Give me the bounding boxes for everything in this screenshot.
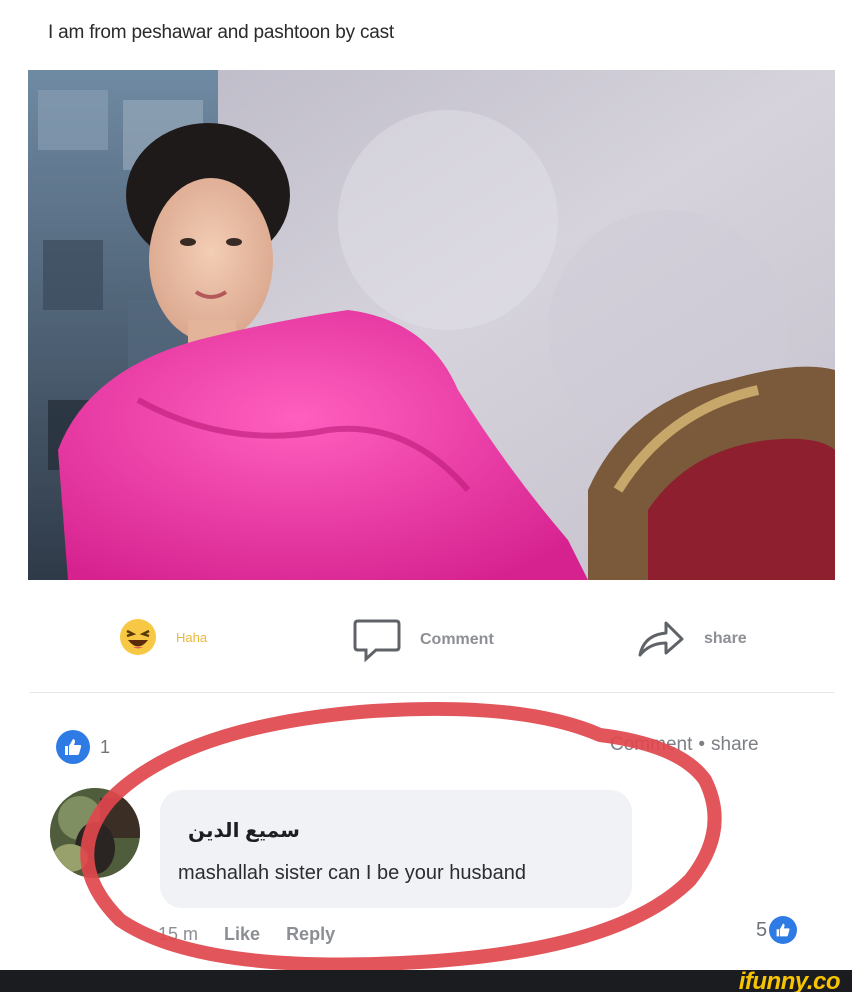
share-label: share xyxy=(704,630,747,647)
comment-button[interactable]: Comment xyxy=(352,617,494,663)
post-caption: I am from peshawar and pashtoon by cast xyxy=(48,22,395,43)
comment-like-count[interactable]: 5 xyxy=(756,916,798,944)
comment-bubble-icon xyxy=(353,619,401,663)
comment-bubble: سميع الدين mashallah sister can I be you… xyxy=(160,790,632,908)
reactions-summary[interactable]: 1 xyxy=(56,730,110,764)
comment-meta: 15 m Like Reply xyxy=(158,924,335,945)
separator: • xyxy=(698,734,706,755)
comment-share-links: Comment • share xyxy=(610,734,759,756)
reaction-count: 1 xyxy=(100,736,111,757)
share-arrow-icon xyxy=(638,621,684,657)
comment-author-name[interactable]: سميع الدين xyxy=(188,818,300,843)
comment-text: mashallah sister can I be your husband xyxy=(178,862,526,884)
comment-reply-button[interactable]: Reply xyxy=(286,924,335,945)
haha-emoji-icon xyxy=(120,619,156,655)
comment-like-button[interactable]: Like xyxy=(224,924,260,945)
post-photo[interactable] xyxy=(28,70,835,580)
share-button[interactable]: share xyxy=(636,617,747,661)
comment-time: 15 m xyxy=(158,924,199,944)
comment-like-number: 5 xyxy=(756,918,768,941)
share-link[interactable]: share xyxy=(711,734,759,755)
post-action-bar: Haha Comment share xyxy=(0,605,852,675)
divider xyxy=(30,692,834,693)
footer-watermark-bar: ifunny.co xyxy=(0,968,852,992)
ifunny-logo: ifunny.co xyxy=(738,968,841,992)
comment-link[interactable]: Comment xyxy=(610,734,692,755)
thumbs-up-icon xyxy=(769,916,798,944)
thumbs-up-icon xyxy=(56,730,90,764)
haha-label: Haha xyxy=(176,629,208,645)
comment-label: Comment xyxy=(420,631,494,648)
haha-reaction-button[interactable]: Haha xyxy=(118,617,207,657)
avatar[interactable] xyxy=(50,788,140,878)
post-photo-image xyxy=(28,70,835,580)
